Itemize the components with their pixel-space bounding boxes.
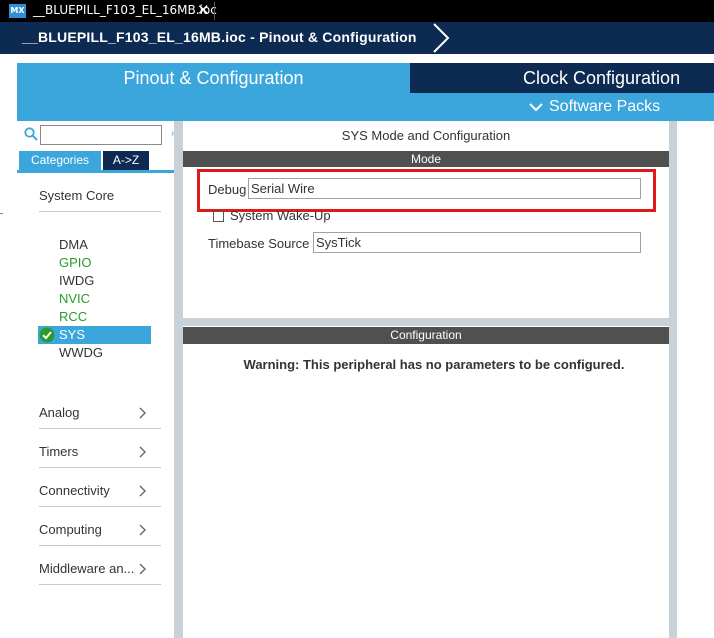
group-connectivity[interactable]: Connectivity (39, 483, 161, 507)
timebase-label: Timebase Source (208, 236, 310, 251)
tab-clock-configuration[interactable]: Clock Configuration (410, 63, 714, 93)
breadcrumb: __BLUEPILL_F103_EL_16MB.ioc - Pinout & C… (0, 22, 714, 54)
chevron-right-icon (139, 446, 146, 458)
group-analog[interactable]: Analog (39, 405, 161, 429)
group-computing[interactable]: Computing (39, 522, 161, 546)
software-packs-label: Software Packs (549, 98, 661, 115)
peripheral-iwdg[interactable]: IWDG (59, 273, 94, 289)
group-label: Connectivity (39, 483, 110, 498)
search-icon[interactable] (24, 127, 38, 141)
group-label: Computing (39, 522, 102, 537)
tab-pinout-configuration[interactable]: Pinout & Configuration (17, 63, 410, 93)
chevron-right-icon (139, 407, 146, 419)
tab-a-to-z[interactable]: A->Z (103, 151, 149, 170)
chevron-right-icon (139, 524, 146, 536)
search-input[interactable] (40, 125, 162, 145)
group-label: System Core (39, 188, 115, 203)
peripheral-dma[interactable]: DMA (59, 237, 88, 253)
peripheral-rcc[interactable]: RCC (59, 309, 87, 325)
chevron-right-icon (139, 485, 146, 497)
system-wakeup-label: System Wake-Up (230, 208, 331, 223)
tab-divider (214, 2, 215, 20)
panel-splitter[interactable] (174, 121, 183, 638)
panel-splitter-right[interactable] (669, 121, 677, 638)
title-bar: MX __BLUEPILL_F103_EL_16MB.ioc ✕ (0, 0, 714, 22)
group-label: Timers (39, 444, 79, 459)
timebase-select[interactable]: SysTick (313, 232, 641, 253)
mode-panel-title: SYS Mode and Configuration (341, 128, 511, 143)
stm32cubemx-window: MX __BLUEPILL_F103_EL_16MB.ioc ✕ __BLUEP… (0, 0, 714, 638)
group-middleware[interactable]: Middleware an... (39, 561, 161, 585)
editor-tab-title[interactable]: __BLUEPILL_F103_EL_16MB.ioc (33, 3, 217, 17)
mode-header: Mode (183, 151, 669, 167)
software-packs-menu[interactable]: Software Packs (529, 98, 660, 116)
peripheral-sys[interactable]: SYS (38, 326, 151, 344)
tab-underline (17, 170, 174, 173)
peripheral-gpio[interactable]: GPIO (59, 255, 92, 271)
breadcrumb-arrow-icon (433, 23, 450, 53)
tab-categories[interactable]: Categories (19, 151, 101, 170)
group-system-core[interactable]: System Core (39, 188, 161, 212)
no-parameters-warning: Warning: This peripheral has no paramete… (243, 357, 625, 372)
group-timers[interactable]: Timers (39, 444, 161, 468)
close-tab-icon[interactable]: ✕ (197, 1, 210, 19)
configuration-panel (183, 326, 669, 638)
system-wakeup-checkbox[interactable] (213, 211, 224, 222)
chevron-right-icon (139, 563, 146, 575)
highlight-annotation (197, 169, 656, 212)
peripheral-label: SYS (59, 327, 86, 342)
group-label: Analog (39, 405, 80, 420)
breadcrumb-item[interactable]: __BLUEPILL_F103_EL_16MB.ioc - Pinout & C… (22, 29, 417, 45)
group-label: Middleware an... (39, 561, 135, 576)
app-logo-icon: MX (9, 4, 26, 18)
chevron-down-icon (529, 103, 543, 112)
peripheral-wwdg[interactable]: WWDG (59, 345, 103, 361)
peripheral-nvic[interactable]: NVIC (59, 291, 90, 307)
horizontal-splitter[interactable] (183, 318, 669, 326)
check-circle-icon (39, 327, 55, 343)
configuration-header: Configuration (183, 327, 669, 344)
